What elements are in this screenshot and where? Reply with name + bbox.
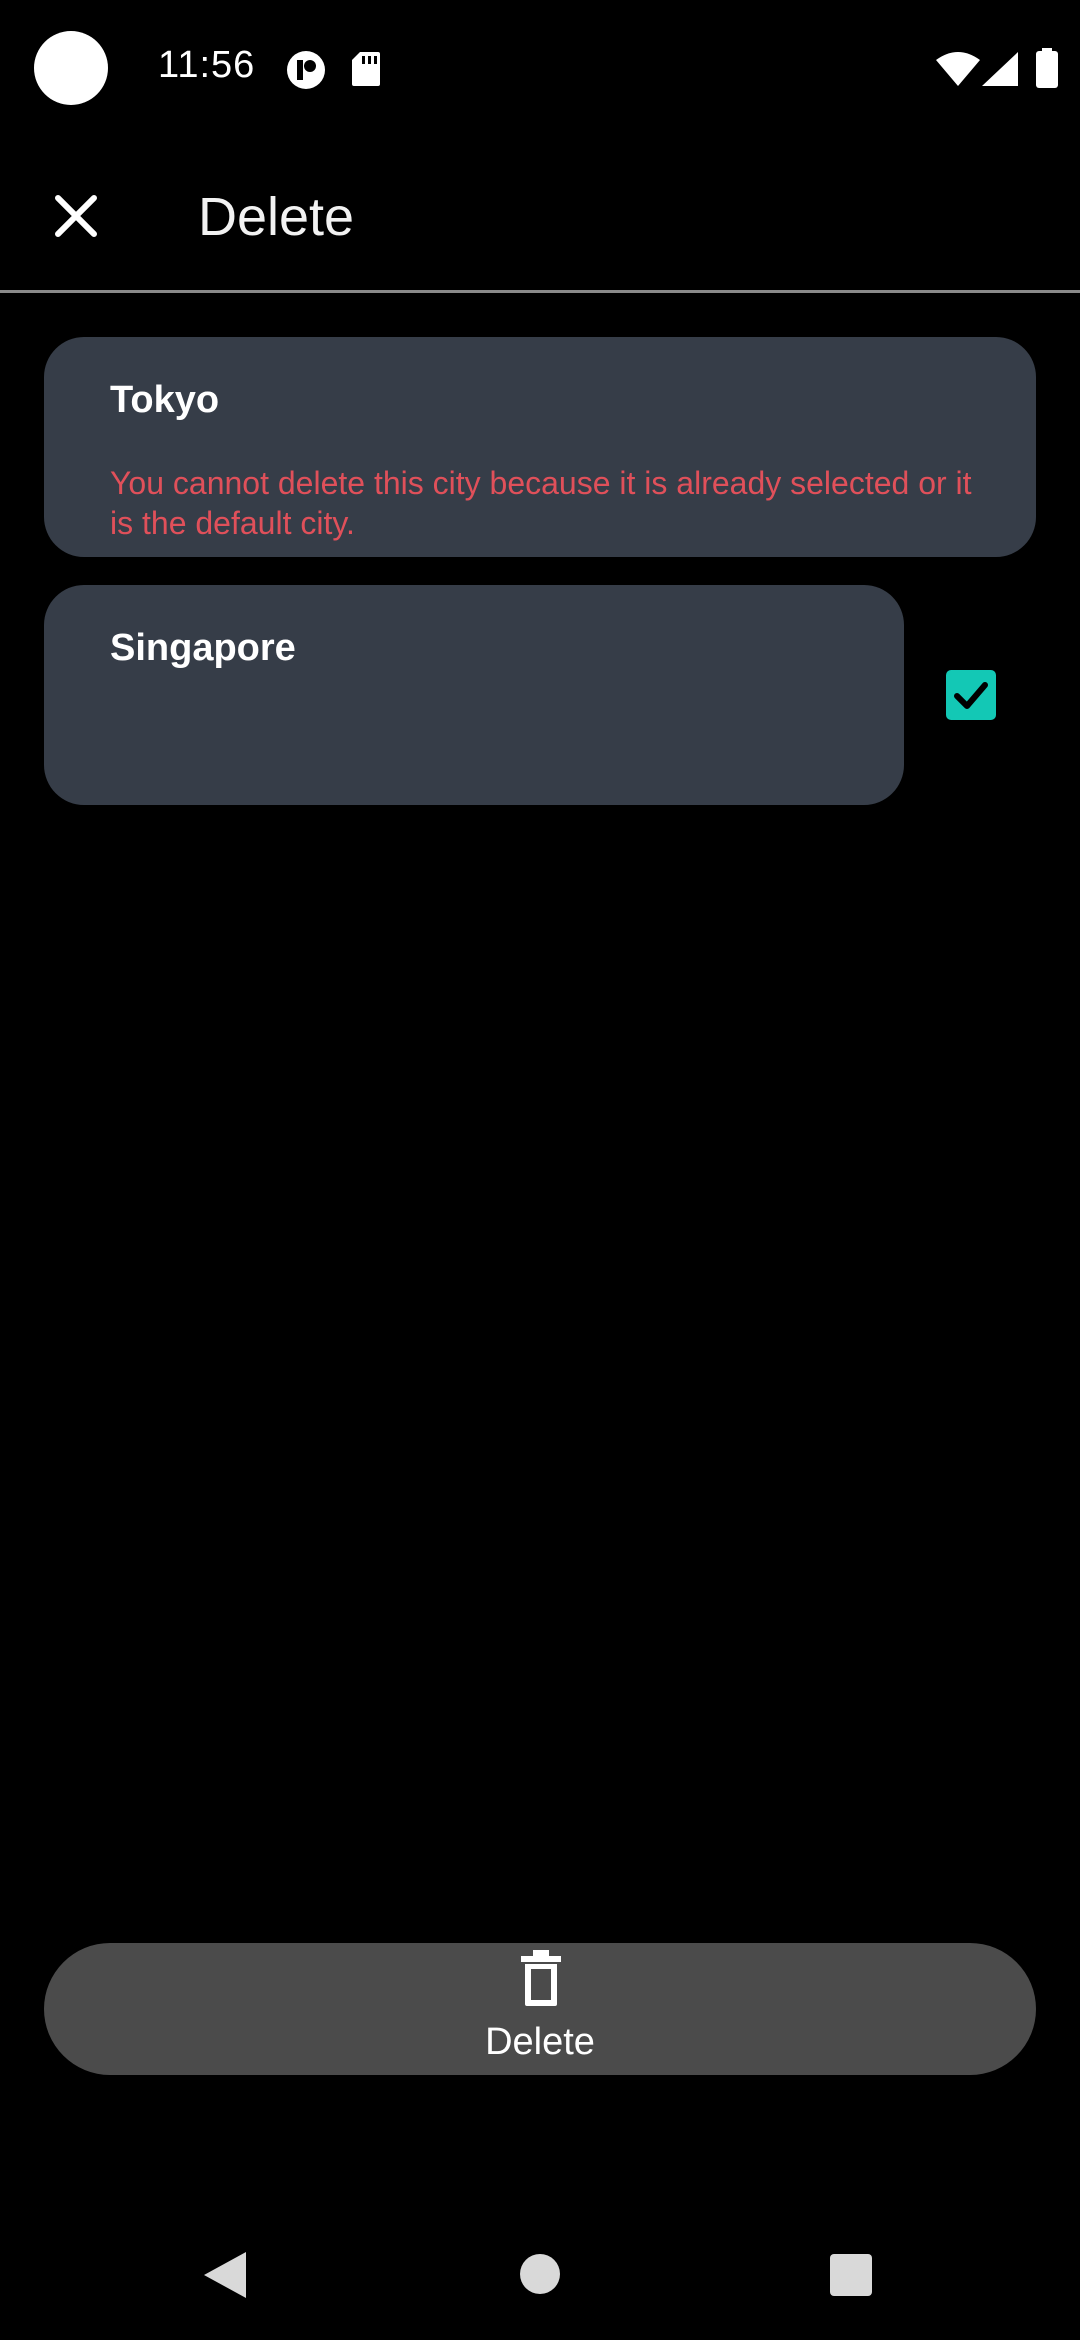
city-name: Singapore [110, 627, 296, 669]
profile-app-icon [287, 51, 325, 89]
sd-card-icon [352, 52, 380, 86]
page-title: Delete [198, 187, 355, 247]
recents-icon[interactable] [830, 2254, 872, 2296]
trash-icon [521, 1950, 561, 2006]
camera-dot-icon [34, 31, 108, 105]
city-select-checkbox[interactable] [946, 670, 996, 720]
signal-icon [982, 52, 1018, 86]
city-card-singapore[interactable]: Singapore [44, 585, 904, 805]
app-bar: Delete [0, 140, 1080, 290]
app-bar-divider [0, 290, 1080, 293]
close-icon[interactable] [46, 186, 106, 246]
status-bar: 11:56 [0, 0, 1080, 140]
system-nav-bar [0, 2230, 1080, 2340]
home-icon[interactable] [520, 2254, 560, 2294]
check-icon [954, 682, 988, 709]
battery-icon [1036, 48, 1058, 88]
city-card-tokyo: Tokyo You cannot delete this city becaus… [44, 337, 1036, 557]
back-icon[interactable] [204, 2252, 246, 2298]
city-name: Tokyo [110, 379, 220, 421]
wifi-icon [936, 52, 980, 86]
delete-button-label: Delete [485, 2021, 595, 2063]
delete-button[interactable]: Delete [44, 1943, 1036, 2075]
status-time: 11:56 [158, 44, 256, 86]
city-error-message: You cannot delete this city because it i… [110, 465, 972, 541]
